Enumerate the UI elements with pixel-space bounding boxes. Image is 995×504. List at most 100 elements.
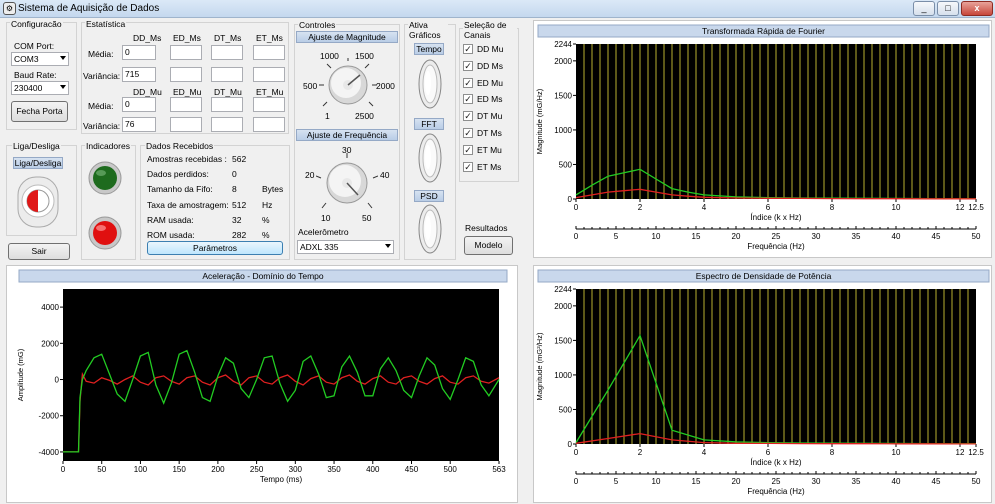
parameters-button[interactable]: Parâmetros <box>147 241 283 255</box>
green-led-indicator <box>88 161 122 195</box>
channel-checkbox-row[interactable]: ✓ DT Mu <box>463 111 515 123</box>
secondary-tick-label: 45 <box>932 477 941 486</box>
stat-header: DD_Mu <box>133 87 162 97</box>
graphs-group-title: Ativa Gráficos <box>408 20 448 40</box>
ms-var-dt[interactable] <box>211 67 243 82</box>
x-tick-label: 12 <box>956 448 965 457</box>
ms-var-ed[interactable] <box>170 67 202 82</box>
mu-media-dd[interactable]: 0 <box>122 97 156 112</box>
maximize-button[interactable]: □ <box>937 1 959 16</box>
chevron-down-icon <box>385 244 391 248</box>
ms-var-dd[interactable]: 715 <box>122 67 156 82</box>
check-icon[interactable]: ✓ <box>463 144 473 155</box>
model-button[interactable]: Modelo <box>464 236 513 255</box>
fft-toggle-switch[interactable] <box>418 133 442 183</box>
magnitude-knob[interactable] <box>318 58 378 112</box>
channel-label: DT Mu <box>477 111 503 122</box>
channel-checkbox-row[interactable]: ✓ ET Ms <box>463 161 515 174</box>
received-unit: % <box>262 230 270 240</box>
mu-var-dt[interactable] <box>211 117 243 132</box>
close-button[interactable]: x <box>961 1 993 16</box>
com-port-select[interactable]: COM3 <box>11 52 69 66</box>
freq-tick: 10 <box>321 213 331 223</box>
onoff-group-title: Liga/Desliga <box>12 141 61 151</box>
check-icon[interactable]: ✓ <box>463 77 473 88</box>
channel-checkbox-row[interactable]: ✓ ED Ms <box>463 94 515 106</box>
psd-toggle-switch[interactable] <box>418 204 442 254</box>
received-label: ROM usada: <box>147 230 195 240</box>
y-tick-label: 4000 <box>41 303 59 312</box>
fft-chart: Transformada Rápida de Fourier2244200015… <box>535 24 990 251</box>
time-chart: Aceleração - Domínio do Tempo400020000-2… <box>16 269 508 484</box>
frequency-knob[interactable] <box>316 153 378 213</box>
ms-media-et[interactable] <box>253 45 285 60</box>
channel-checkbox-row[interactable]: ✓ DT Ms <box>463 128 515 140</box>
y-tick-label: 0 <box>568 195 573 204</box>
check-icon[interactable]: ✓ <box>463 44 473 54</box>
onoff-header: Liga/Desliga <box>13 157 63 169</box>
mu-var-ed[interactable] <box>170 117 202 132</box>
check-icon[interactable]: ✓ <box>463 161 473 172</box>
secondary-tick-label: 35 <box>852 232 861 241</box>
y-tick-label: 0 <box>55 376 60 385</box>
ms-media-label: Média: <box>88 49 114 59</box>
channel-checkbox-row[interactable]: ✓ ED Mu <box>463 77 515 90</box>
x-tick-label: 300 <box>289 465 303 474</box>
mu-media-ed[interactable] <box>170 97 202 112</box>
psd-chart: Espectro de Densidade de Potência2244200… <box>535 269 990 496</box>
mu-media-dt[interactable] <box>211 97 243 112</box>
exit-button[interactable]: Sair <box>8 243 70 260</box>
channel-checkbox-row[interactable]: ✓ DD Ms <box>463 60 515 73</box>
secondary-tick-label: 0 <box>574 477 579 486</box>
received-value: 282 <box>232 230 247 240</box>
psd-chart-panel: Espectro de Densidade de Potência 2244 200… <box>533 265 992 503</box>
ms-var-et[interactable] <box>253 67 285 82</box>
x-tick-label: 0 <box>574 203 579 212</box>
received-value: 32 <box>232 214 242 225</box>
y-axis-label: Magnitude (mG²/Hz) <box>535 332 544 400</box>
channel-label: ED Mu <box>477 77 503 88</box>
check-icon[interactable]: ✓ <box>463 94 473 105</box>
power-toggle-button[interactable] <box>16 175 60 229</box>
tempo-toggle-switch[interactable] <box>418 59 442 109</box>
channels-group-title: Seleção de Canais <box>463 20 517 40</box>
channel-checkbox-row[interactable]: ✓ DD Mu <box>463 44 515 56</box>
mu-media-label: Média: <box>88 101 114 111</box>
secondary-tick-label: 15 <box>692 477 701 486</box>
x-tick-label: 200 <box>211 465 225 474</box>
y-tick-label: 2244 <box>554 285 572 294</box>
x-tick-label: 150 <box>172 465 186 474</box>
close-port-button[interactable]: Fecha Porta <box>11 101 68 122</box>
mag-tick: 2000 <box>376 81 395 91</box>
x-tick-label: 2 <box>638 203 643 212</box>
ms-media-dt[interactable] <box>211 45 243 60</box>
ms-media-ed[interactable] <box>170 45 202 60</box>
x-tick-label: 450 <box>405 465 419 474</box>
ms-media-dd[interactable]: 0 <box>122 45 156 60</box>
stat-header: DD_Ms <box>133 33 162 43</box>
baud-rate-select[interactable]: 230400 <box>11 81 69 95</box>
stat-header: DT_Mu <box>214 87 242 97</box>
chart-title: Transformada Rápida de Fourier <box>702 26 825 36</box>
mu-var-label: Variância: <box>83 121 121 131</box>
fft-chart-panel: Transformada Rápida de Fourier 2244 2000 15… <box>533 20 992 258</box>
minimize-button[interactable]: _ <box>913 1 935 16</box>
mu-var-et[interactable] <box>253 117 285 132</box>
mu-media-et[interactable] <box>253 97 285 112</box>
plot-area <box>63 289 499 461</box>
chevron-down-icon <box>60 56 66 60</box>
check-icon[interactable]: ✓ <box>463 128 473 138</box>
secondary-tick-label: 20 <box>732 477 741 486</box>
x-axis-label: Índice (k x Hz) <box>750 213 801 222</box>
check-icon[interactable]: ✓ <box>463 111 473 122</box>
indicators-group-title: Indicadores <box>85 141 131 151</box>
x-tick-label: 4 <box>702 448 707 457</box>
check-icon[interactable]: ✓ <box>463 60 473 71</box>
accelerometer-select[interactable]: ADXL 335 <box>297 240 394 254</box>
x-tick-label: 12.5 <box>968 448 984 457</box>
mu-var-dd[interactable]: 76 <box>122 117 156 132</box>
x-tick-label: 12 <box>956 203 965 212</box>
channel-checkbox-row[interactable]: ✓ ET Mu <box>463 144 515 157</box>
y-tick-label: 2244 <box>554 40 572 49</box>
y-tick-label: 1000 <box>554 126 572 135</box>
